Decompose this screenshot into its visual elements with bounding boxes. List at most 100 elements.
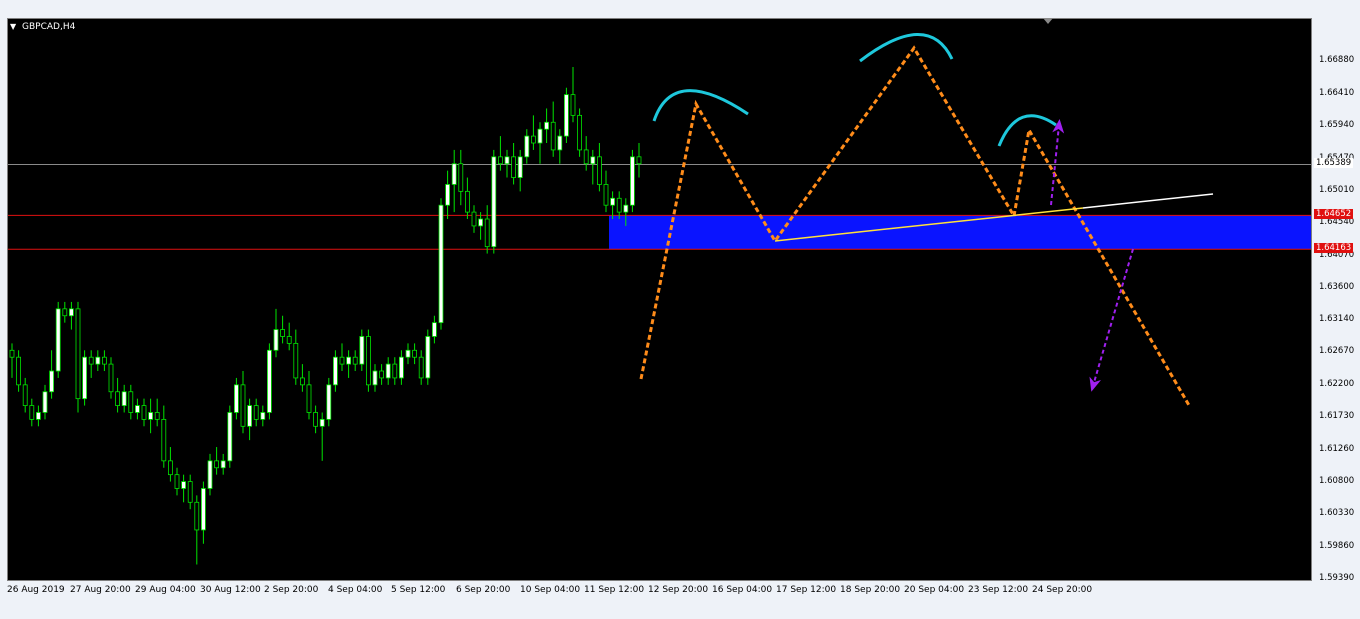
candle-body — [240, 384, 246, 427]
candle-body — [524, 135, 530, 158]
candle-body — [319, 418, 325, 427]
price-tick-label: 1.61260 — [1319, 443, 1355, 454]
candle-body — [49, 370, 54, 393]
time-tick-label: 27 Aug 20:00 — [70, 585, 131, 595]
time-tick-label: 6 Sep 20:00 — [456, 585, 511, 595]
candle-body — [128, 391, 134, 413]
candle-body — [511, 156, 517, 178]
candle-body — [266, 349, 272, 413]
time-tick-label: 10 Sep 04:00 — [520, 585, 581, 595]
candle-body — [35, 412, 41, 420]
price-tick-label: 1.59390 — [1319, 573, 1355, 583]
candle-body — [418, 356, 424, 379]
symbol-label: GBPCAD,H4 — [22, 22, 76, 32]
time-tick-label: 5 Sep 12:00 — [391, 585, 446, 595]
candle-body — [187, 481, 193, 503]
price-tick-label: 1.64540 — [1319, 217, 1355, 228]
candle-body — [405, 349, 411, 358]
retest-arrow — [1050, 119, 1065, 206]
candle-body — [260, 412, 266, 420]
candle-body — [392, 363, 398, 379]
time-tick-label: 2 Sep 20:00 — [264, 585, 319, 595]
time-tick-label: 29 Aug 04:00 — [135, 585, 196, 595]
time-axis[interactable]: 26 Aug 2019 27 Aug 20:00 29 Aug 04:00 30 Au… — [7, 582, 1312, 600]
candle-body — [365, 336, 371, 386]
candle-body — [69, 308, 74, 317]
target-arrow — [1089, 248, 1134, 392]
candle-body — [577, 114, 582, 151]
upper-level-tag: 1.64652 — [1314, 209, 1354, 220]
candle-body — [313, 412, 319, 427]
price-tick-label: 1.60330 — [1319, 508, 1355, 519]
candle-body — [564, 94, 569, 137]
time-tick-label: 30 Aug 12:00 — [200, 585, 261, 595]
candle-body — [22, 384, 28, 406]
candle-body — [504, 156, 510, 165]
candle-body — [623, 204, 629, 213]
candle-body — [398, 356, 404, 379]
time-tick-label: 12 Sep 20:00 — [648, 585, 709, 595]
price-chart[interactable] — [8, 19, 1312, 581]
candle-body — [181, 481, 187, 489]
candle-body — [233, 384, 239, 413]
candle-body — [108, 363, 114, 393]
candle-body — [121, 391, 127, 406]
price-tick-label: 1.60800 — [1319, 475, 1355, 486]
candle-body — [161, 418, 167, 462]
symbol-header: ▼ GBPCAD,H4 — [10, 22, 75, 32]
candle-body — [359, 336, 365, 365]
time-tick-label: 11 Sep 12:00 — [584, 585, 645, 595]
candle-body — [431, 322, 437, 337]
candle-body — [167, 460, 173, 476]
candle-body — [597, 156, 602, 185]
chart-shift-icon[interactable] — [1043, 18, 1053, 24]
candle-body — [339, 356, 345, 365]
price-axis[interactable]: 1.668801.664101.659401.654701.650101.645… — [1313, 18, 1360, 583]
candle-body — [88, 356, 94, 365]
candle-body — [471, 211, 477, 227]
price-tick-label: 1.62670 — [1319, 346, 1355, 357]
price-tick-label: 1.66410 — [1319, 87, 1355, 98]
time-tick-label: 26 Aug 2019 — [7, 585, 65, 595]
candle-body — [385, 363, 391, 379]
candle-body — [280, 329, 286, 337]
candle-body — [445, 184, 451, 206]
candle-body — [425, 336, 431, 379]
candle-body — [451, 163, 457, 185]
current-price-tag: 1.65389 — [1314, 158, 1354, 169]
candle-body — [135, 405, 140, 413]
candle-body — [141, 405, 147, 420]
candle-body — [616, 197, 622, 213]
time-tick-label: 18 Sep 20:00 — [840, 585, 901, 595]
candle-body — [583, 149, 589, 165]
candle-body — [253, 405, 259, 420]
price-tick-label: 1.63600 — [1319, 282, 1355, 293]
candle-body — [346, 356, 352, 365]
candle-body — [610, 197, 615, 206]
candle-body — [95, 356, 101, 365]
candle-body — [557, 135, 563, 151]
candle-body — [16, 356, 22, 386]
price-tick-label: 1.59860 — [1319, 540, 1355, 551]
candle-body — [537, 128, 543, 144]
candle-body — [326, 384, 332, 420]
candle-body — [214, 460, 220, 469]
price-tick-label: 1.63140 — [1319, 313, 1355, 324]
candle-body — [550, 121, 556, 151]
candle-body — [412, 349, 418, 358]
candle-body — [286, 336, 292, 344]
neckline-extension — [1082, 193, 1214, 209]
candle-body — [497, 156, 503, 165]
candle-body — [82, 356, 87, 400]
candle-body — [200, 488, 206, 531]
triangle-down-icon[interactable]: ▼ — [10, 22, 16, 31]
candle-body — [273, 329, 279, 351]
candle-body — [29, 405, 35, 420]
candle-body — [544, 121, 549, 130]
candle-body — [478, 218, 484, 227]
chart-window[interactable] — [7, 18, 1312, 581]
time-tick-label: 23 Sep 12:00 — [968, 585, 1029, 595]
candle-body — [227, 412, 233, 462]
candle-body — [75, 308, 81, 400]
time-tick-label: 17 Sep 12:00 — [776, 585, 837, 595]
